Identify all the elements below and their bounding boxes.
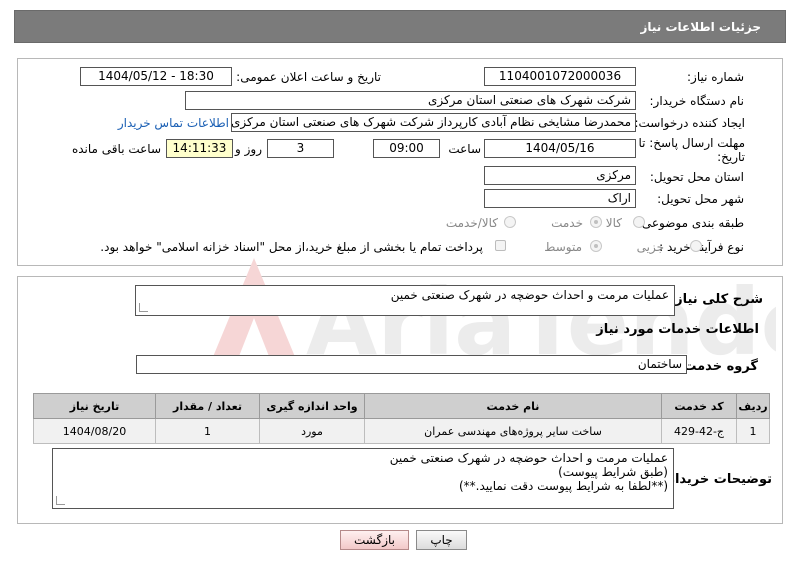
category-radio-goods[interactable] <box>633 216 645 228</box>
cell-unit: مورد <box>259 418 365 444</box>
summary-text: عملیات مرمت و احداث حوضچه در شهرک صنعتی … <box>390 288 669 302</box>
remaining-time-field: 14:11:33 <box>166 139 233 158</box>
city-label: شهر محل تحویل: <box>657 192 744 206</box>
page-title: جزئیات اطلاعات نیاز <box>640 20 761 34</box>
deadline-time-label: ساعت <box>448 142 481 156</box>
process-option-minor: جزیی <box>636 240 664 254</box>
buyer-notes-field: عملیات مرمت و احداث حوضچه در شهرک صنعتی … <box>52 448 674 509</box>
summary-field: عملیات مرمت و احداث حوضچه در شهرک صنعتی … <box>135 285 675 316</box>
cell-need-date: 1404/08/20 <box>33 418 156 444</box>
services-table: ردیف کد خدمت نام خدمت واحد اندازه گیری ت… <box>33 393 770 444</box>
buyer-notes-line: (طبق شرایط پیوست) <box>558 465 668 479</box>
deadline-date-field: 1404/05/16 <box>484 139 636 158</box>
treasury-payment-note: پرداخت تمام یا بخشی از مبلغ خرید،از محل … <box>100 240 483 254</box>
category-label: طبقه بندی موضوعی: <box>637 216 744 230</box>
process-radio-minor[interactable] <box>690 240 702 252</box>
buyer-notes-line: عملیات مرمت و احداث حوضچه در شهرک صنعتی … <box>389 451 668 465</box>
remaining-time-label: ساعت باقی مانده <box>71 142 161 156</box>
cell-service-name: ساخت سایر پروژه‌های مهندسی عمران <box>364 418 662 444</box>
creator-field: محمدرضا مشایخی نظام آبادی کارپرداز شرکت … <box>231 113 636 132</box>
cell-service-code: ج-42-429 <box>661 418 737 444</box>
buyer-contact-link[interactable]: اطلاعات تماس خریدار <box>118 116 229 130</box>
service-group-label: گروه خدمت: <box>678 359 758 374</box>
buyer-org-field: شرکت شهرک های صنعتی استان مرکزی <box>185 91 636 110</box>
process-option-medium: متوسط <box>544 240 582 254</box>
process-radio-medium[interactable] <box>590 240 602 252</box>
page-header: جزئیات اطلاعات نیاز <box>14 10 786 43</box>
buyer-notes-line: (**لطفا به شرایط پیوست دقت نمایید.**) <box>458 479 668 493</box>
need-number-field: 1104001072000036 <box>484 67 636 86</box>
resize-handle-icon[interactable] <box>139 303 148 312</box>
need-number-label: شماره نیاز: <box>687 70 744 84</box>
table-header-row: ردیف کد خدمت نام خدمت واحد اندازه گیری ت… <box>33 393 770 419</box>
deadline-label: مهلت ارسال پاسخ: تا تاریخ: <box>638 136 745 164</box>
announce-field: 1404/05/12 - 18:30 <box>80 67 232 86</box>
cell-row-number: 1 <box>736 418 770 444</box>
table-row: 1 ج-42-429 ساخت سایر پروژه‌های مهندسی عم… <box>33 418 770 444</box>
col-header-unit: واحد اندازه گیری <box>259 393 365 419</box>
service-group-field: ساختمان <box>136 355 687 374</box>
category-radio-service[interactable] <box>590 216 602 228</box>
buyer-org-label: نام دستگاه خریدار: <box>649 94 745 108</box>
creator-label: ایجاد کننده درخواست: <box>634 116 745 130</box>
category-option-goods-service: کالا/خدمت <box>445 216 498 230</box>
announce-label: تاریخ و ساعت اعلان عمومی: <box>236 70 381 84</box>
col-header-need-date: تاریخ نیاز <box>33 393 156 419</box>
resize-handle-icon[interactable] <box>56 496 65 505</box>
category-option-goods: کالا <box>605 216 622 230</box>
summary-label: شرح کلی نیاز: <box>669 292 763 307</box>
col-header-row-number: ردیف <box>736 393 770 419</box>
category-option-service: خدمت <box>551 216 583 230</box>
province-field: مرکزی <box>484 166 636 185</box>
province-label: استان محل تحویل: <box>649 170 744 184</box>
col-header-service-name: نام خدمت <box>364 393 662 419</box>
buyer-notes-label: توضیحات خریدار: <box>662 472 772 487</box>
category-radio-goods-service[interactable] <box>504 216 516 228</box>
col-header-quantity: تعداد / مقدار <box>155 393 260 419</box>
city-field: اراک <box>484 189 636 208</box>
back-button[interactable]: بازگشت <box>340 530 409 550</box>
services-section-title: اطلاعات خدمات مورد نیاز <box>596 322 759 337</box>
treasury-payment-checkbox[interactable] <box>495 240 506 251</box>
deadline-days-field: 3 <box>267 139 334 158</box>
col-header-service-code: کد خدمت <box>661 393 737 419</box>
print-button[interactable]: چاپ <box>416 530 467 550</box>
cell-quantity: 1 <box>155 418 260 444</box>
deadline-days-label: روز و <box>235 142 262 156</box>
deadline-time-field: 09:00 <box>373 139 440 158</box>
